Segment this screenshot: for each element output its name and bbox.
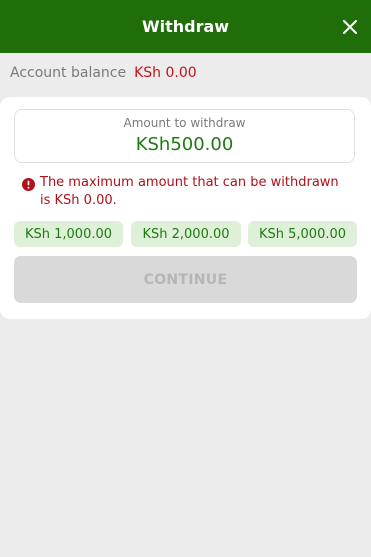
balance-value: KSh 0.00 bbox=[134, 65, 197, 81]
exclamation-circle-icon bbox=[22, 178, 35, 191]
error-text: The maximum amount that can be withdrawn… bbox=[40, 175, 339, 208]
page-title: Withdraw bbox=[141, 17, 230, 36]
withdraw-card: Amount to withdraw KSh500.00 The maximum… bbox=[0, 97, 371, 319]
quick-amount-2000[interactable]: KSh 2,000.00 bbox=[131, 221, 241, 247]
balance-label: Account balance bbox=[10, 65, 127, 81]
header-bar: Withdraw bbox=[0, 0, 371, 53]
continue-button[interactable]: CONTINUE bbox=[14, 256, 357, 303]
quick-amount-1000[interactable]: KSh 1,000.00 bbox=[14, 221, 123, 247]
error-message: The maximum amount that can be withdrawn… bbox=[22, 174, 352, 210]
quick-amount-5000[interactable]: KSh 5,000.00 bbox=[248, 221, 357, 247]
close-icon bbox=[343, 20, 357, 34]
amount-label: Amount to withdraw bbox=[123, 116, 246, 130]
amount-field[interactable]: Amount to withdraw KSh500.00 bbox=[14, 109, 355, 163]
account-balance: Account balance KSh 0.00 bbox=[10, 63, 197, 83]
quick-amount-options: KSh 1,000.00 KSh 2,000.00 KSh 5,000.00 bbox=[14, 221, 357, 247]
amount-value[interactable]: KSh500.00 bbox=[15, 134, 354, 155]
close-button[interactable] bbox=[335, 12, 365, 42]
